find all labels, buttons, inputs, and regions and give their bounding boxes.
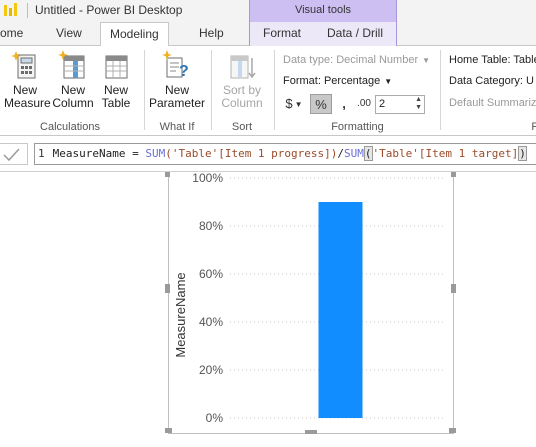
new-parameter-button[interactable]: ? New Parameter bbox=[149, 50, 205, 110]
decimal-places-value: 2 bbox=[379, 98, 386, 110]
formula-editor[interactable]: 1 MeasureName = SUM('Table'[Item 1 progre… bbox=[34, 143, 536, 165]
sort-by-column-button[interactable]: Sort by Column bbox=[216, 50, 268, 110]
formula-paren-highlight: ) bbox=[518, 146, 527, 161]
y-tick-label: 80% bbox=[199, 219, 223, 233]
formula-function: SUM bbox=[145, 147, 166, 160]
decimal-places-stepper[interactable]: 2 ▲ ▼ bbox=[375, 95, 425, 114]
new-column-label-2: Column bbox=[52, 96, 94, 110]
y-tick-label: 0% bbox=[206, 411, 224, 425]
new-parameter-label-2: Parameter bbox=[149, 96, 206, 110]
tab-view[interactable]: View bbox=[56, 22, 82, 46]
y-tick-label: 40% bbox=[199, 315, 223, 329]
tab-data-drill[interactable]: Data / Drill bbox=[327, 22, 383, 46]
format-dropdown[interactable]: Format: Percentage ▼ bbox=[283, 75, 392, 87]
formula-bar: 1 MeasureName = SUM('Table'[Item 1 progre… bbox=[0, 136, 536, 172]
calculator-icon bbox=[10, 50, 40, 80]
what-if-group-label: What If bbox=[159, 121, 195, 133]
formula-argument: ('Table'[Item 1 progress]) bbox=[165, 147, 338, 160]
chevron-down-icon: ▼ bbox=[294, 99, 303, 109]
formula-function: SUM bbox=[344, 147, 364, 160]
formula-paren-highlight: ( bbox=[363, 146, 373, 161]
new-column-icon bbox=[58, 50, 88, 80]
powerbi-window: { "window": { "title": "Untitled - Power… bbox=[0, 0, 536, 447]
group-separator bbox=[211, 50, 212, 130]
default-summarization-dropdown[interactable]: Default Summarizat bbox=[449, 97, 536, 109]
format-label: Format: Percentage bbox=[283, 75, 381, 87]
currency-symbol: $ bbox=[285, 96, 293, 111]
parameter-icon: ? bbox=[162, 50, 192, 80]
y-axis-label: MeasureName bbox=[173, 272, 188, 357]
chevron-down-icon: ▼ bbox=[384, 76, 393, 86]
tab-format[interactable]: Format bbox=[263, 22, 301, 46]
chevron-down-icon: ▼ bbox=[422, 55, 431, 65]
window-title: Untitled - Power BI Desktop bbox=[35, 3, 183, 17]
new-measure-button[interactable]: New Measure bbox=[4, 50, 51, 110]
ribbon-modeling: New Measure New Column New Table Calcula… bbox=[0, 46, 536, 136]
spin-arrows-icon[interactable]: ▲ ▼ bbox=[415, 96, 422, 112]
currency-button[interactable]: $ ▼ bbox=[283, 94, 305, 114]
formula-argument: 'Table'[Item 1 target] bbox=[372, 147, 519, 160]
data-category-dropdown[interactable]: Data Category: U bbox=[449, 75, 534, 87]
y-tick-label: 100% bbox=[192, 172, 223, 185]
tab-help[interactable]: Help bbox=[199, 22, 224, 46]
svg-text:?: ? bbox=[179, 63, 189, 80]
data-type-dropdown[interactable]: Data type: Decimal Number ▼ bbox=[283, 54, 430, 66]
new-table-button[interactable]: New Table bbox=[97, 50, 135, 110]
visual-tools-header: Visual tools bbox=[249, 0, 397, 22]
decimal-places-icon: .00 bbox=[357, 98, 371, 109]
bar[interactable] bbox=[318, 202, 363, 418]
y-tick-label: 60% bbox=[199, 267, 223, 281]
new-measure-label-2: Measure bbox=[4, 96, 51, 110]
powerbi-logo-icon bbox=[2, 3, 22, 18]
comma-button[interactable]: , bbox=[337, 94, 351, 114]
sort-by-column-label-2: Column bbox=[221, 96, 263, 110]
group-separator bbox=[440, 50, 441, 130]
new-column-button[interactable]: New Column bbox=[52, 50, 94, 110]
report-canvas: 0% 20% 40% 60% 80% 100% MeasureName bbox=[0, 172, 536, 447]
data-type-label: Data type: Decimal Number bbox=[283, 54, 419, 66]
sort-group-label: Sort bbox=[231, 121, 253, 133]
tab-home[interactable]: ome bbox=[0, 22, 23, 46]
formatting-group-label: Formatting bbox=[331, 121, 384, 133]
group-separator bbox=[274, 50, 275, 130]
calculations-group-label: Calculations bbox=[40, 121, 100, 133]
properties-group-label: P bbox=[531, 121, 536, 133]
new-table-label-2: Table bbox=[101, 96, 131, 110]
check-icon bbox=[3, 148, 20, 162]
title-separator bbox=[27, 3, 28, 18]
column-chart[interactable]: 0% 20% 40% 60% 80% 100% MeasureName bbox=[0, 172, 536, 447]
tab-modeling[interactable]: Modeling bbox=[100, 22, 169, 47]
commit-check-button[interactable] bbox=[0, 143, 28, 165]
percent-button[interactable]: % bbox=[310, 94, 332, 114]
new-table-icon bbox=[101, 50, 131, 80]
home-table-dropdown[interactable]: Home Table: Table bbox=[449, 54, 536, 66]
sort-icon bbox=[227, 50, 257, 80]
y-tick-label: 20% bbox=[199, 363, 223, 377]
group-separator bbox=[144, 50, 145, 130]
formula-measure-name: MeasureName = bbox=[52, 147, 146, 160]
line-number: 1 bbox=[38, 147, 45, 160]
